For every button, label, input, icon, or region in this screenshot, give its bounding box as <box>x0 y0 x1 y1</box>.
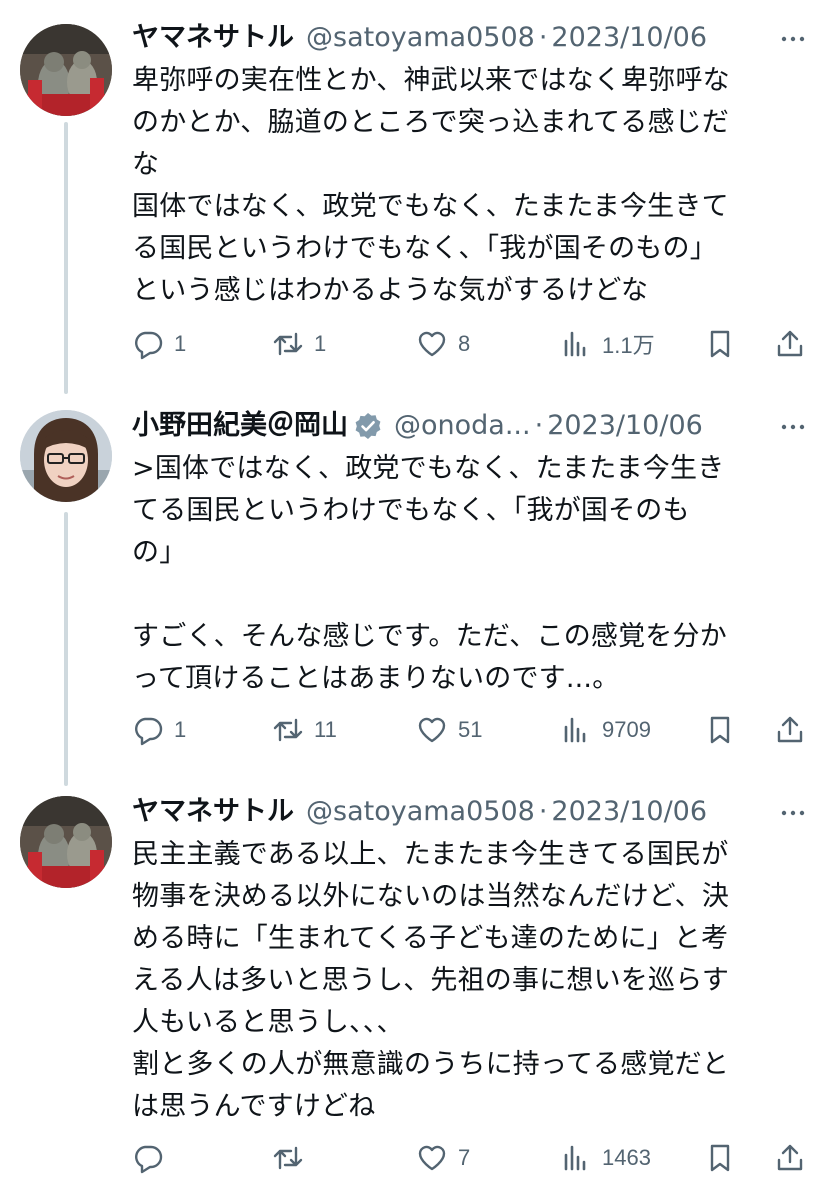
reply-button[interactable]: 1 <box>132 710 186 750</box>
speech-bubble-icon <box>135 331 163 360</box>
tweet-header: 小野田紀美＠岡山 @onoda... · 2023/10/06 <box>132 406 808 446</box>
separator-dot: · <box>534 410 544 441</box>
bookmark-button[interactable] <box>704 710 736 750</box>
author-handle[interactable]: @satoyama0508 <box>306 18 535 58</box>
share-upload-icon <box>777 1144 803 1171</box>
heart-icon <box>418 1145 446 1171</box>
avatar[interactable] <box>20 796 112 888</box>
author-name[interactable]: 小野田紀美＠岡山 <box>132 406 348 446</box>
retweet-button[interactable]: 11 <box>272 710 337 750</box>
bookmark-icon <box>710 716 730 744</box>
like-count: 51 <box>458 717 483 742</box>
heart-icon <box>418 717 446 743</box>
like-button[interactable]: 51 <box>416 710 482 750</box>
retweet-arrows-icon <box>273 332 303 356</box>
bookmark-icon <box>710 1144 730 1172</box>
avatar[interactable] <box>20 410 112 502</box>
author-handle[interactable]: @onoda... <box>394 406 531 446</box>
more-dots-icon[interactable] <box>778 24 808 54</box>
tweet-text: >国体ではなく、政党でもなく、たまたま今生き てる国民というわけでもなく、「我が… <box>132 453 727 694</box>
separator-dot: · <box>538 796 548 827</box>
author-name[interactable]: ヤマネサトル <box>132 18 294 58</box>
like-button[interactable]: 7 <box>416 1138 470 1178</box>
retweet-button[interactable] <box>272 1138 314 1178</box>
action-bar: 1 1 8 1.1万 <box>0 324 828 364</box>
tweet-date[interactable]: 2023/10/06 <box>551 18 707 58</box>
bar-chart-icon <box>564 717 586 743</box>
share-button[interactable] <box>774 710 806 750</box>
tweet-header: ヤマネサトル @satoyama0508 · 2023/10/06 <box>132 18 808 58</box>
bookmark-button[interactable] <box>704 1138 736 1178</box>
retweet-arrows-icon <box>273 718 303 742</box>
reply-button[interactable]: 1 <box>132 324 186 364</box>
share-button[interactable] <box>774 1138 806 1178</box>
tweet-text: 民主主義である以上、たまたま今生きてる国民が 物事を決める以外にないのは当然なん… <box>132 839 730 1122</box>
tweet-header: ヤマネサトル @satoyama0508 · 2023/10/06 <box>132 792 808 832</box>
bookmark-icon <box>710 330 730 358</box>
share-button[interactable] <box>774 324 806 364</box>
action-bar: 7 1463 <box>0 1138 828 1178</box>
bar-chart-icon <box>564 331 586 357</box>
like-count: 8 <box>458 331 471 356</box>
views-button[interactable]: 9709 <box>560 710 651 750</box>
retweet-arrows-icon <box>273 1146 303 1170</box>
more-dots-icon[interactable] <box>778 798 808 828</box>
like-count: 7 <box>458 1145 471 1170</box>
author-handle[interactable]: @satoyama0508 <box>306 792 535 832</box>
separator-dot: · <box>538 22 548 53</box>
tweet[interactable]: ヤマネサトル @satoyama0508 · 2023/10/06 民主主義であ… <box>0 780 828 1197</box>
retweet-count: 1 <box>314 331 327 356</box>
more-dots-icon[interactable] <box>778 412 808 442</box>
speech-bubble-icon <box>135 1145 163 1174</box>
reply-count: 1 <box>174 717 187 742</box>
verified-badge-icon <box>355 413 381 439</box>
retweet-count: 11 <box>314 717 337 742</box>
avatar[interactable] <box>20 24 112 116</box>
bookmark-button[interactable] <box>704 324 736 364</box>
view-count: 9709 <box>602 717 651 742</box>
tweet[interactable]: ヤマネサトル @satoyama0508 · 2023/10/06 卑弥呼の実在… <box>0 0 828 392</box>
heart-icon <box>418 331 446 357</box>
reply-count: 1 <box>174 331 187 356</box>
reply-button[interactable] <box>132 1138 174 1178</box>
retweet-button[interactable]: 1 <box>272 324 326 364</box>
tweet-text: 卑弥呼の実在性とか、神武以来ではなく卑弥呼な のかとか、脇道のところで突っ込まれ… <box>132 65 730 306</box>
speech-bubble-icon <box>135 717 163 746</box>
view-count: 1463 <box>602 1145 651 1170</box>
tweet[interactable]: 小野田紀美＠岡山 @onoda... · 2023/10/06 >国体ではなく、… <box>0 392 828 780</box>
bar-chart-icon <box>564 1145 586 1171</box>
author-name[interactable]: ヤマネサトル <box>132 792 294 832</box>
share-upload-icon <box>777 330 803 357</box>
tweet-date[interactable]: 2023/10/06 <box>551 792 707 832</box>
share-upload-icon <box>777 716 803 743</box>
action-bar: 1 11 51 9709 <box>0 710 828 750</box>
views-button[interactable]: 1463 <box>560 1138 651 1178</box>
tweet-date[interactable]: 2023/10/06 <box>547 406 703 446</box>
like-button[interactable]: 8 <box>416 324 470 364</box>
view-count: 1.1万 <box>602 333 655 358</box>
views-button[interactable]: 1.1万 <box>560 324 655 364</box>
